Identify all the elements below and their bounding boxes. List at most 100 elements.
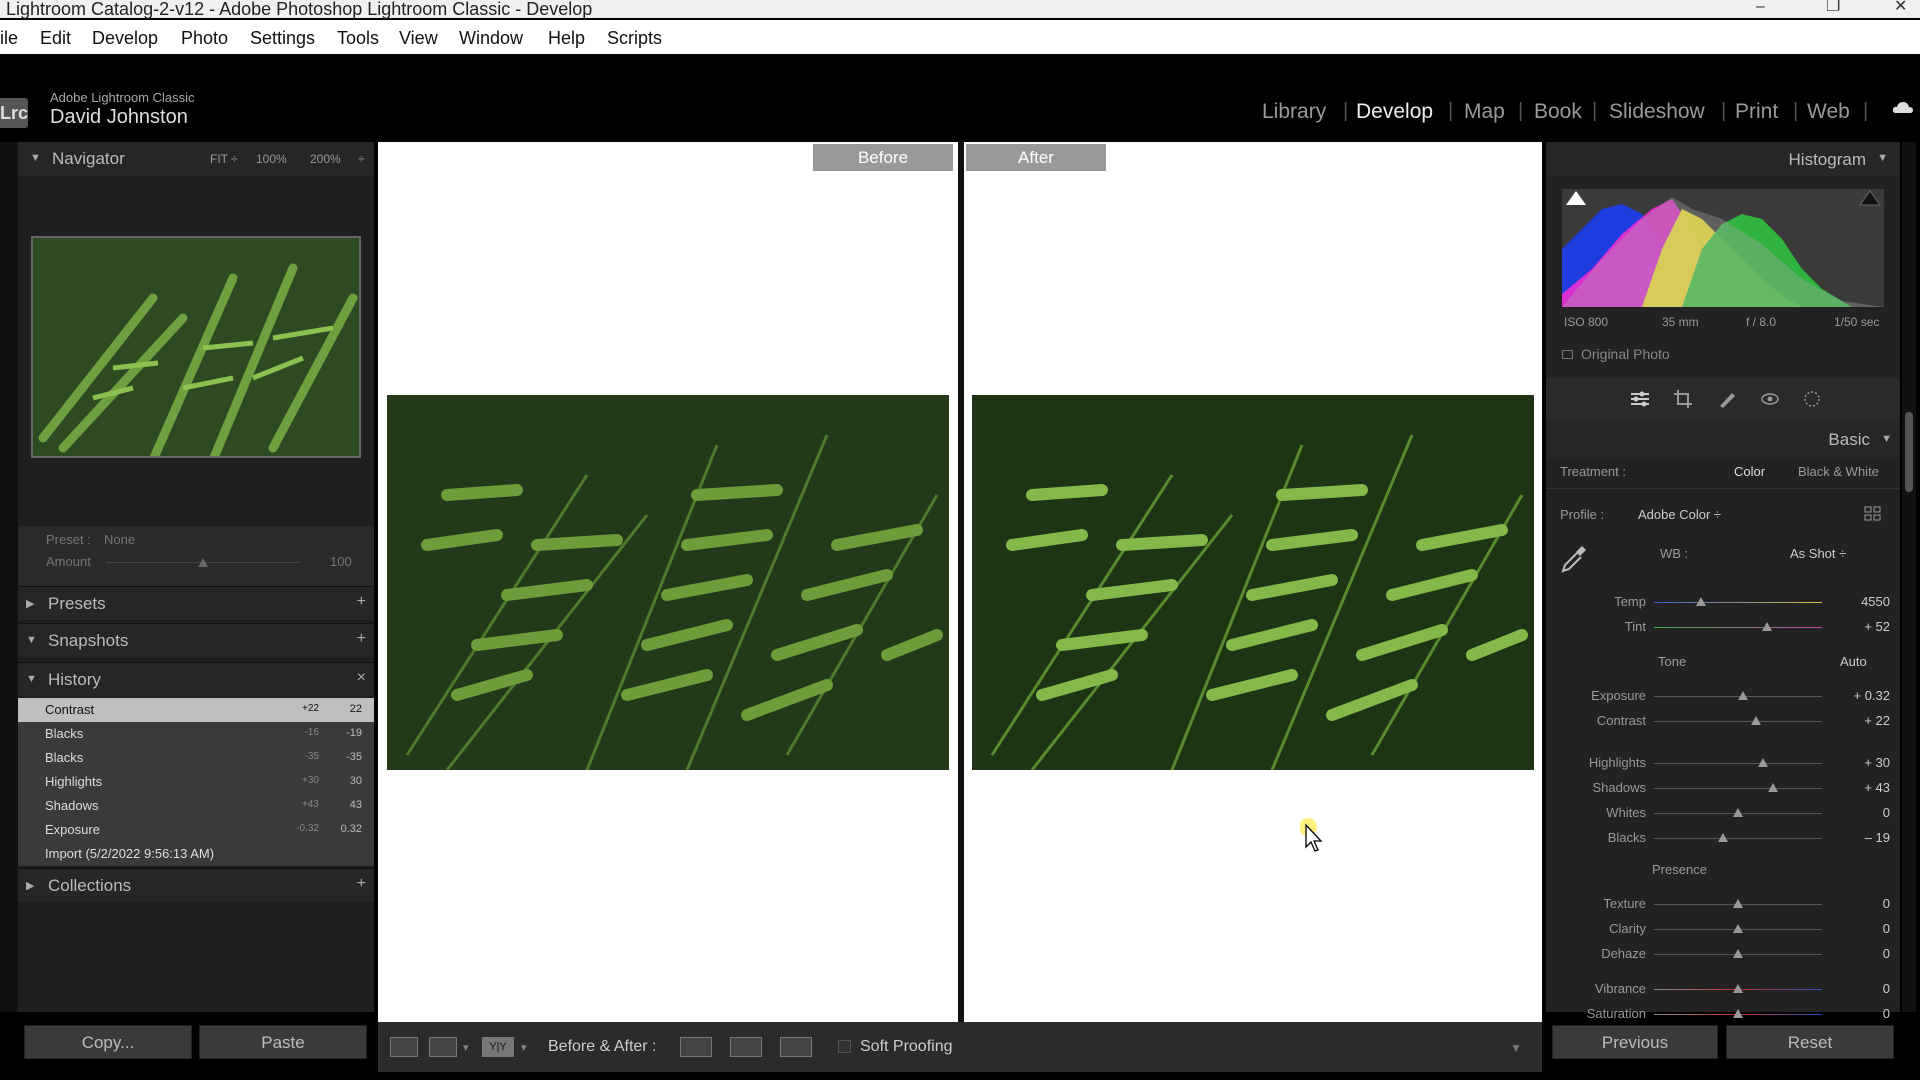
original-photo-checkbox[interactable]	[1562, 350, 1573, 359]
slider-value[interactable]: 0	[1830, 921, 1890, 936]
slider-knob[interactable]	[1738, 691, 1749, 700]
module-book[interactable]: Book	[1534, 100, 1582, 124]
zoom-200[interactable]: 200%	[310, 152, 341, 166]
paste-button[interactable]: Paste	[199, 1025, 367, 1059]
slider-knob[interactable]	[1733, 924, 1743, 933]
slider-value[interactable]: 0	[1830, 1006, 1890, 1021]
minimize-button[interactable]: –	[1756, 0, 1765, 16]
menu-scripts[interactable]: Scripts	[607, 28, 662, 49]
crop-icon[interactable]	[1674, 390, 1694, 408]
maximize-button[interactable]: ❐	[1826, 0, 1840, 16]
slider-knob[interactable]	[1733, 899, 1743, 908]
cloud-icon[interactable]	[1892, 100, 1914, 114]
compare-view-icon[interactable]	[429, 1037, 457, 1057]
copy-button[interactable]: Copy...	[24, 1025, 192, 1059]
before-after-dropdown-icon[interactable]: ▾	[521, 1041, 527, 1054]
module-develop[interactable]: Develop	[1356, 100, 1433, 124]
slider-knob[interactable]	[1733, 949, 1743, 958]
slider-value[interactable]: + 22	[1830, 713, 1890, 728]
zoom-100[interactable]: 100%	[256, 152, 287, 166]
slider-track[interactable]	[1654, 788, 1822, 789]
slider-track[interactable]	[1654, 838, 1822, 839]
history-row[interactable]: Import (5/2/2022 9:56:13 AM)	[18, 842, 374, 866]
loupe-view-icon[interactable]	[390, 1037, 418, 1057]
tone-auto-button[interactable]: Auto	[1840, 654, 1867, 669]
swap-before-after-icon[interactable]	[780, 1037, 812, 1057]
white-balance-eyedropper-icon[interactable]	[1560, 544, 1588, 574]
slider-knob[interactable]	[1758, 758, 1769, 767]
zoom-fit[interactable]: FIT ÷	[210, 152, 238, 166]
clear-history-icon[interactable]: ×	[357, 669, 366, 687]
module-print[interactable]: Print	[1735, 100, 1778, 124]
history-row[interactable]: Contrast +22 22	[18, 698, 374, 722]
soft-proofing-checkbox[interactable]	[838, 1040, 851, 1053]
history-row[interactable]: Blacks -35 -35	[18, 746, 374, 770]
slider-value[interactable]: + 0.32	[1830, 688, 1890, 703]
history-row[interactable]: Blacks -16 -19	[18, 722, 374, 746]
red-eye-icon[interactable]	[1760, 390, 1780, 408]
slider-track[interactable]	[1654, 602, 1822, 603]
scrollbar-thumb[interactable]	[1905, 412, 1913, 492]
slider-value[interactable]: 0	[1830, 896, 1890, 911]
collections-section-header[interactable]: ▶ Collections +	[18, 868, 374, 902]
treatment-black-white[interactable]: Black & White	[1798, 464, 1879, 479]
profile-dropdown[interactable]: Adobe Color ÷	[1638, 507, 1721, 522]
menu-tools[interactable]: Tools	[337, 28, 379, 49]
shadow-clip-warning-icon[interactable]	[1566, 191, 1586, 205]
original-photo-toggle[interactable]: Original Photo	[1562, 346, 1670, 362]
copy-before-to-after-icon[interactable]	[680, 1037, 712, 1057]
healing-brush-icon[interactable]	[1717, 390, 1737, 408]
slider-value[interactable]: 0	[1830, 946, 1890, 961]
highlight-clip-warning-icon[interactable]	[1859, 190, 1881, 206]
menu-file[interactable]: ile	[0, 28, 18, 49]
menu-edit[interactable]: Edit	[40, 28, 71, 49]
navigator-preview[interactable]	[31, 236, 361, 458]
history-row[interactable]: Highlights +30 30	[18, 770, 374, 794]
histogram-graph[interactable]	[1562, 189, 1884, 307]
slider-knob[interactable]	[1751, 716, 1762, 725]
histogram-header[interactable]: Histogram ▼	[1546, 142, 1900, 176]
menu-help[interactable]: Help	[548, 28, 585, 49]
menu-photo[interactable]: Photo	[181, 28, 228, 49]
slider-knob[interactable]	[1733, 808, 1743, 817]
slider-knob[interactable]	[1768, 783, 1779, 792]
reset-button[interactable]: Reset	[1726, 1025, 1894, 1059]
menu-window[interactable]: Window	[459, 28, 523, 49]
menu-view[interactable]: View	[399, 28, 438, 49]
previous-button[interactable]: Previous	[1552, 1025, 1718, 1059]
right-panel-scrollbar[interactable]	[1902, 142, 1916, 1012]
menu-develop[interactable]: Develop	[92, 28, 158, 49]
history-row[interactable]: Exposure -0.32 0.32	[18, 818, 374, 842]
edit-sliders-icon[interactable]	[1630, 390, 1650, 408]
slider-value[interactable]: + 43	[1830, 780, 1890, 795]
slider-value[interactable]: 4550	[1830, 594, 1890, 609]
menu-settings[interactable]: Settings	[250, 28, 315, 49]
copy-after-to-before-icon[interactable]	[730, 1037, 762, 1057]
toolbar-menu-icon[interactable]: ▼	[1510, 1041, 1522, 1055]
history-section-header[interactable]: ▼ History ×	[18, 662, 374, 696]
after-photo[interactable]	[972, 395, 1534, 770]
add-preset-icon[interactable]: +	[357, 593, 366, 611]
masking-icon[interactable]	[1802, 390, 1822, 408]
slider-track[interactable]	[1654, 721, 1822, 722]
module-library[interactable]: Library	[1262, 100, 1326, 124]
treatment-color[interactable]: Color	[1734, 464, 1765, 479]
zoom-more[interactable]: ÷	[358, 152, 365, 166]
before-photo[interactable]	[387, 395, 949, 770]
slider-knob[interactable]	[1761, 622, 1772, 631]
view-dropdown-icon[interactable]: ▾	[463, 1041, 469, 1054]
slider-value[interactable]: + 30	[1830, 755, 1890, 770]
snapshots-section-header[interactable]: ▼ Snapshots +	[18, 623, 374, 657]
slider-track[interactable]	[1654, 763, 1822, 764]
slider-value[interactable]: – 19	[1830, 830, 1890, 845]
slider-value[interactable]: 0	[1830, 981, 1890, 996]
wb-dropdown[interactable]: As Shot ÷	[1790, 546, 1846, 561]
slider-value[interactable]: 0	[1830, 805, 1890, 820]
slider-value[interactable]: + 52	[1830, 619, 1890, 634]
history-row[interactable]: Shadows +43 43	[18, 794, 374, 818]
module-map[interactable]: Map	[1464, 100, 1505, 124]
slider-knob[interactable]	[1717, 833, 1728, 842]
before-after-view-icon[interactable]: Y|Y	[482, 1037, 514, 1057]
navigator-header[interactable]: ▼ Navigator FIT ÷ 100% 200% ÷	[18, 142, 374, 176]
close-button[interactable]: ✕	[1894, 0, 1907, 16]
